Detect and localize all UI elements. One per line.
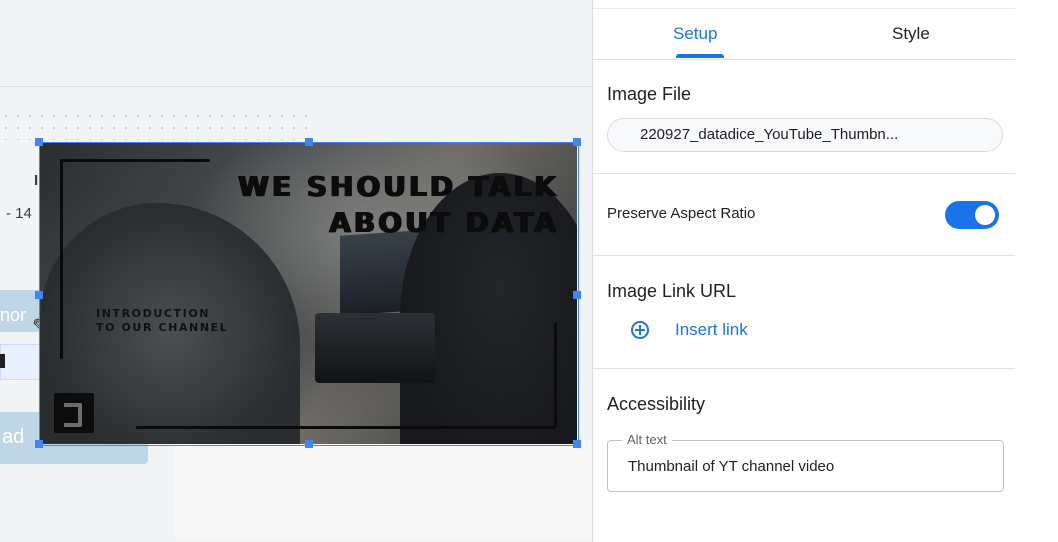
- image-laptop: [315, 313, 435, 383]
- date-range-fragment: - 14: [6, 205, 32, 222]
- divider: [593, 368, 1015, 369]
- selected-image[interactable]: WE SHOULD TALK ABOUT DATA INTRODUCTION T…: [40, 143, 577, 444]
- text-fragment: I: [34, 172, 39, 189]
- preserve-aspect-ratio-label: Preserve Aspect Ratio: [607, 205, 756, 222]
- frame-line: [60, 159, 63, 359]
- image-headline-line: WE SHOULD TALK: [238, 170, 559, 203]
- image-subtitle-line: TO OUR CHANNEL: [96, 321, 229, 334]
- image-link-title: Image Link URL: [607, 281, 737, 301]
- divider: [593, 173, 1015, 174]
- resize-handle-top-left[interactable]: [35, 138, 43, 146]
- accessibility-title: Accessibility: [607, 394, 706, 414]
- text-fragment: nor: [0, 305, 27, 325]
- tab-setup[interactable]: Setup: [673, 24, 717, 44]
- image-headline: WE SHOULD TALK ABOUT DATA: [238, 169, 559, 241]
- canvas-header: [0, 0, 592, 87]
- preserve-aspect-ratio-toggle[interactable]: [945, 201, 999, 229]
- resize-handle-left[interactable]: [35, 291, 43, 299]
- image-file-field[interactable]: 220927_datadice_YouTube_Thumbn...: [607, 118, 1003, 152]
- frame-line: [554, 323, 557, 427]
- frame-line: [136, 426, 556, 429]
- tab-style[interactable]: Style: [892, 24, 930, 44]
- resize-handle-bottom-right[interactable]: [573, 440, 581, 448]
- component-chip[interactable]: [0, 344, 42, 380]
- image-subtitle-line: INTRODUCTION: [96, 307, 211, 320]
- image-subtitle: INTRODUCTION TO OUR CHANNEL: [96, 307, 228, 335]
- resize-handle-bottom-left[interactable]: [35, 440, 43, 448]
- add-circle-icon: [631, 321, 649, 339]
- text-fragment: ad: [2, 426, 25, 448]
- pencil-icon[interactable]: ✎: [32, 314, 49, 339]
- resize-handle-bottom[interactable]: [305, 440, 313, 448]
- properties-panel: Setup Style Image File 220927_datadice_Y…: [592, 0, 1058, 542]
- resize-handle-top[interactable]: [305, 138, 313, 146]
- dot-grid: [0, 110, 310, 140]
- resize-handle-right[interactable]: [573, 291, 581, 299]
- toggle-knob: [975, 205, 995, 225]
- resize-handle-top-right[interactable]: [573, 138, 581, 146]
- report-canvas[interactable]: I - 14 nor ad WE SHOULD TALK ABOUT DATA …: [0, 0, 592, 542]
- divider: [593, 255, 1015, 256]
- brand-logo-icon: [54, 393, 94, 433]
- component-marker: [0, 354, 5, 368]
- alt-text-label: Alt text: [622, 432, 672, 447]
- panel-tabs: Setup Style: [593, 8, 1015, 60]
- report-panel: [175, 440, 592, 540]
- alt-text-field[interactable]: Alt text Thumbnail of YT channel video: [607, 432, 1004, 492]
- image-headline-line: ABOUT DATA: [329, 206, 559, 239]
- alt-text-value[interactable]: Thumbnail of YT channel video: [628, 458, 834, 475]
- insert-link-label: Insert link: [675, 320, 748, 339]
- image-file-title: Image File: [607, 84, 692, 104]
- frame-line: [60, 159, 210, 162]
- active-tab-indicator: [676, 54, 724, 58]
